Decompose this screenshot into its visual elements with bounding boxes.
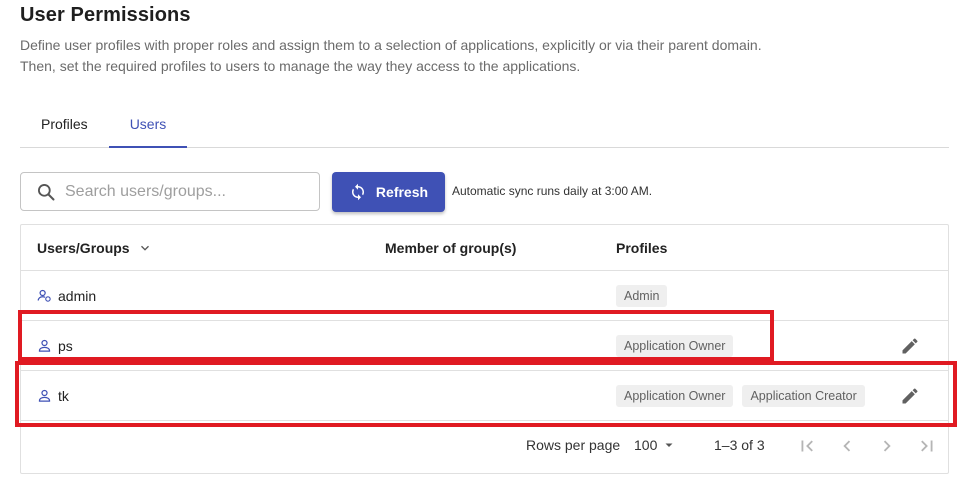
- table-row: admin Admin: [21, 271, 948, 321]
- column-profiles: Profiles: [616, 240, 668, 256]
- last-page-icon[interactable]: [916, 435, 938, 457]
- sync-icon: [351, 183, 364, 201]
- chevron-down-icon: [140, 245, 149, 251]
- profile-chips: Admin: [616, 271, 668, 320]
- next-page-icon[interactable]: [876, 435, 898, 457]
- sync-note: Automatic sync runs daily at 3:00 AM.: [452, 184, 653, 198]
- profile-chips: Application Owner Application Creator: [616, 371, 865, 420]
- rows-per-page-label: Rows per page: [526, 437, 621, 453]
- user-cell: admin: [37, 271, 96, 320]
- table-row: tk Application Owner Application Creator: [21, 371, 948, 421]
- user-group-icon: [37, 289, 51, 302]
- previous-page-icon[interactable]: [836, 435, 858, 457]
- column-users-groups-label: Users/Groups: [37, 240, 130, 256]
- search-input[interactable]: [65, 182, 305, 201]
- refresh-button-label: Refresh: [375, 184, 429, 200]
- pagination: Rows per page 100 1–3 of 3: [21, 423, 948, 471]
- table-header: Users/Groups Member of group(s) Profiles: [21, 225, 948, 271]
- refresh-button[interactable]: Refresh: [332, 172, 445, 212]
- profile-chip: Application Owner: [616, 334, 734, 357]
- user-icon: [38, 389, 51, 402]
- search-box: [20, 172, 320, 211]
- user-icon: [38, 339, 51, 352]
- column-member-of-groups: Member of group(s): [385, 240, 517, 256]
- users-table: Users/Groups Member of group(s) Profiles…: [20, 224, 949, 474]
- profile-chips: Application Owner: [616, 321, 734, 370]
- profile-chip: Admin: [616, 284, 668, 307]
- tab-profiles[interactable]: Profiles: [20, 100, 109, 147]
- search-icon: [38, 183, 55, 200]
- page-description: Define user profiles with proper roles a…: [20, 35, 762, 77]
- tab-bar: Profiles Users: [20, 100, 949, 148]
- edit-icon[interactable]: [900, 336, 920, 356]
- profile-chip: Application Creator: [742, 384, 865, 407]
- page-range: 1–3 of 3: [714, 437, 765, 453]
- user-cell: ps: [37, 321, 73, 370]
- edit-icon[interactable]: [900, 386, 920, 406]
- page-title: User Permissions: [20, 4, 191, 26]
- profile-chip: Application Owner: [616, 384, 734, 407]
- user-name: tk: [58, 387, 69, 404]
- tab-users[interactable]: Users: [108, 100, 188, 148]
- description-line-1: Define user profiles with proper roles a…: [20, 37, 762, 53]
- user-cell: tk: [37, 371, 69, 420]
- table-row: ps Application Owner: [21, 321, 948, 371]
- first-page-icon[interactable]: [796, 435, 818, 457]
- rows-per-page-value: 100: [634, 437, 658, 453]
- column-users-groups[interactable]: Users/Groups: [37, 240, 152, 256]
- user-name: ps: [58, 337, 73, 354]
- dropdown-arrow-icon: [665, 443, 673, 447]
- rows-per-page-select[interactable]: 100: [634, 437, 675, 453]
- user-name: admin: [58, 287, 97, 304]
- description-line-2: Then, set the required profiles to users…: [20, 58, 581, 74]
